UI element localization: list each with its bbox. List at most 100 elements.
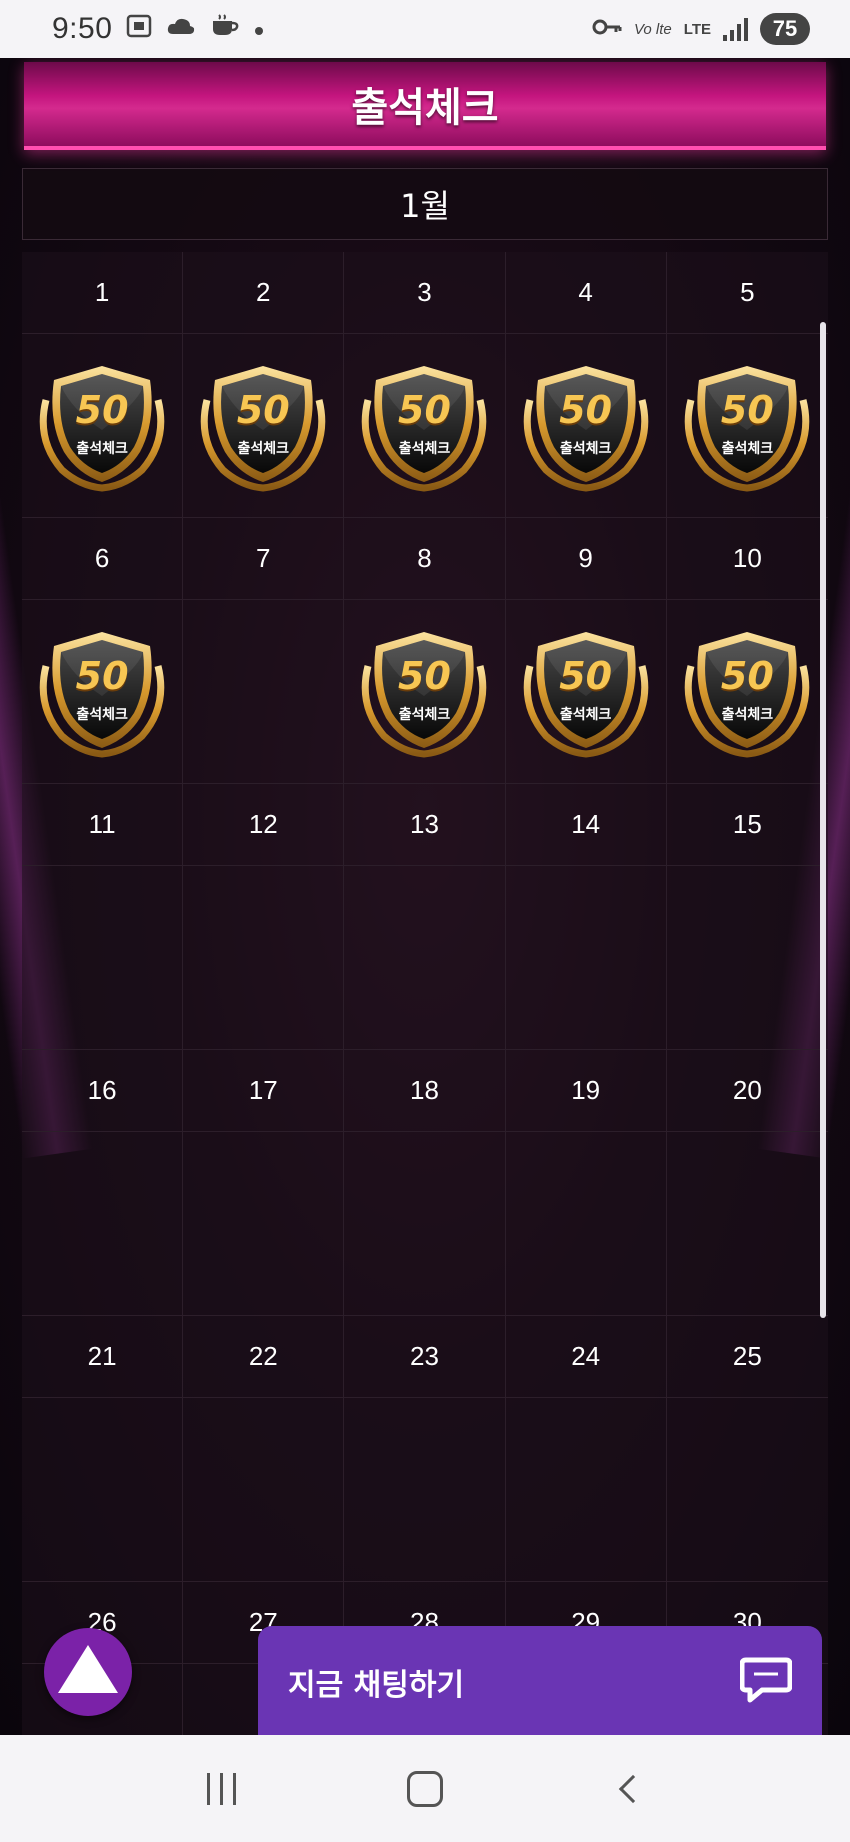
calendar-day-number: 25 [666, 1316, 828, 1398]
home-button[interactable] [395, 1759, 455, 1819]
calendar-day-row: 21 22 23 24 25 [22, 1316, 828, 1398]
badge-number: 50 [398, 387, 451, 432]
attendance-badge-icon: 50 출석체크 [516, 626, 656, 758]
attendance-badge-icon: 50 출석체크 [354, 360, 494, 492]
calendar-day-number: 6 [22, 518, 184, 600]
attendance-badge-icon: 50 출석체크 [677, 626, 817, 758]
badge-number: 50 [720, 653, 774, 698]
calendar-day-cell[interactable]: 50 출석체크 [22, 600, 184, 784]
attendance-page: 출석체크 1월 12 345 50 출석체크 50 출석체크 50 출석체크 50… [0, 58, 850, 1735]
recents-button[interactable] [192, 1759, 252, 1819]
volte-icon: Vo lte [633, 20, 672, 38]
calendar-badge-row [22, 1132, 828, 1316]
calendar-day-number: 11 [22, 784, 184, 866]
status-left: 9:50 [52, 12, 264, 46]
badge-label: 출석체크 [559, 440, 612, 457]
calendar-day-number: 22 [183, 1316, 345, 1398]
calendar-day-cell[interactable] [666, 1398, 828, 1582]
badge-label: 출석체크 [559, 706, 612, 723]
chat-bubble-icon [739, 1656, 793, 1708]
badge-label: 출석체크 [398, 440, 451, 457]
badge-label: 출석체크 [237, 440, 290, 457]
key-icon [592, 17, 622, 42]
calendar-badge-row [22, 866, 828, 1050]
calendar-day-cell[interactable]: 50 출석체크 [505, 600, 667, 784]
triangle-up-icon [58, 1645, 118, 1693]
calendar-day-cell[interactable] [666, 866, 828, 1050]
calendar-day-number: 4 [505, 252, 667, 334]
calendar-day-number: 12 [183, 784, 345, 866]
calendar-day-cell[interactable]: 50 출석체크 [666, 600, 828, 784]
attendance-badge-icon: 50 출석체크 [32, 360, 172, 492]
attendance-badge-icon: 50 출석체크 [32, 626, 172, 758]
calendar-day-row: 11 12 13 14 15 [22, 784, 828, 866]
battery-indicator: 75 [760, 13, 810, 45]
calendar-day-number: 20 [666, 1050, 828, 1132]
calendar-day-number: 7 [183, 518, 345, 600]
back-icon [619, 1774, 648, 1803]
calendar-day-cell[interactable]: 50 출석체크 [505, 334, 667, 518]
attendance-calendar: 12345 50 출석체크 50 출석체크 50 출석체크 50 출석체크 50… [22, 252, 828, 1735]
calendar-day-number: 13 [344, 784, 506, 866]
calendar-day-cell[interactable]: 50 출석체크 [344, 334, 506, 518]
badge-label: 출석체크 [721, 440, 774, 457]
status-right: Vo lte LTE 75 [592, 13, 810, 45]
calendar-day-cell[interactable] [344, 1132, 506, 1316]
calendar-day-cell[interactable] [22, 1398, 184, 1582]
calendar-day-number: 10 [666, 518, 828, 600]
calendar-day-cell[interactable]: 50 출석체크 [22, 334, 184, 518]
calendar-day-cell[interactable] [344, 866, 506, 1050]
calendar-day-cell[interactable] [505, 866, 667, 1050]
calendar-day-number: 21 [22, 1316, 184, 1398]
back-button[interactable] [598, 1759, 658, 1819]
system-nav-bar [0, 1735, 850, 1842]
calendar-badge-row: 50 출석체크 [22, 600, 828, 784]
badge-number: 50 [720, 387, 774, 432]
header-bar: 출석체크 [24, 62, 826, 150]
scroll-top-button[interactable] [44, 1628, 132, 1716]
badge-label: 출석체크 [721, 706, 774, 723]
calendar-day-number: 24 [505, 1316, 667, 1398]
calendar-day-number: 16 [22, 1050, 184, 1132]
calendar-day-cell[interactable] [183, 1132, 345, 1316]
calendar-day-number: 18 [344, 1050, 506, 1132]
calendar-day-cell[interactable] [183, 600, 345, 784]
badge-number: 50 [236, 387, 290, 432]
calendar-day-number: 17 [183, 1050, 345, 1132]
calendar-day-number: 15 [666, 784, 828, 866]
badge-label: 출석체크 [76, 706, 128, 723]
calendar-day-cell[interactable] [183, 1398, 345, 1582]
calendar-day-cell[interactable] [505, 1132, 667, 1316]
calendar-day-cell[interactable]: 50 출석체크 [344, 600, 506, 784]
attendance-badge-icon: 50 출석체크 [193, 360, 333, 492]
calendar-day-cell[interactable] [505, 1398, 667, 1582]
attendance-badge-icon: 50 출석체크 [677, 360, 817, 492]
chat-now-button[interactable]: 지금 채팅하기 [258, 1626, 822, 1738]
calendar-day-cell[interactable] [344, 1398, 506, 1582]
calendar-day-number: 3 [344, 252, 506, 334]
badge-number: 50 [559, 387, 613, 432]
scrollbar[interactable] [820, 322, 826, 1318]
attendance-badge-icon: 50 출석체크 [516, 360, 656, 492]
badge-number: 50 [75, 653, 129, 698]
calendar-day-number: 8 [344, 518, 506, 600]
calendar-day-cell[interactable] [22, 1132, 184, 1316]
chat-label: 지금 채팅하기 [288, 1668, 465, 1703]
lte-icon: LTE [683, 20, 711, 38]
badge-label: 출석체크 [398, 706, 451, 723]
calendar-day-cell[interactable]: 50 출석체크 [183, 334, 345, 518]
page-title: 출석체크 [351, 85, 499, 131]
calendar-badge-row: 50 출석체크 [22, 334, 828, 518]
calendar-day-number: 19 [505, 1050, 667, 1132]
calendar-day-cell[interactable]: 50 출석체크 [666, 334, 828, 518]
calendar-day-number: 5 [666, 252, 828, 334]
badge-number: 50 [398, 653, 451, 698]
calendar-day-cell[interactable] [666, 1132, 828, 1316]
calendar-day-cell[interactable] [22, 866, 184, 1050]
month-header: 1월 [22, 168, 828, 240]
badge-number: 50 [75, 387, 129, 432]
calendar-day-row: 16 17 18 19 20 [22, 1050, 828, 1132]
calendar-badge-row [22, 1398, 828, 1582]
calendar-day-cell[interactable] [183, 866, 345, 1050]
status-bar: 9:50 Vo lte LTE 75 [0, 0, 850, 58]
